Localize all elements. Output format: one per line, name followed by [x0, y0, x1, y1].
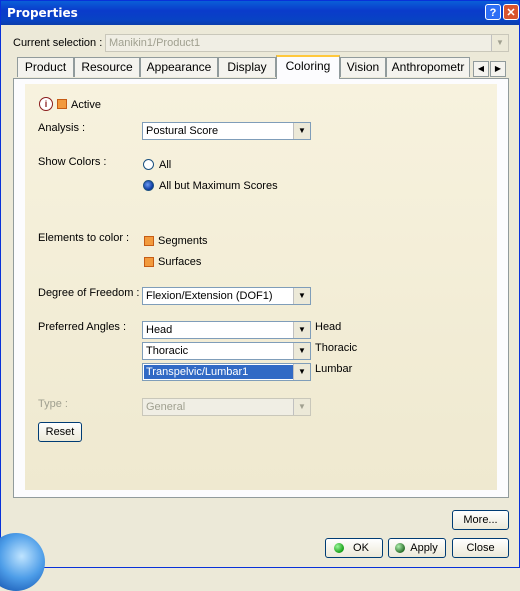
ok-icon: [334, 543, 344, 553]
active-checkbox[interactable]: [57, 99, 67, 109]
ok-label: OK: [353, 542, 369, 554]
segments-checkbox[interactable]: [144, 236, 154, 246]
close-window-button[interactable]: ✕: [503, 4, 519, 20]
type-value: General: [146, 401, 186, 413]
dof-label: Degree of Freedom :: [38, 287, 140, 299]
window-title: Properties: [7, 6, 78, 20]
angle-lumbar-select[interactable]: Transpelvic/Lumbar1 ▼: [142, 363, 311, 381]
tab-product[interactable]: Product: [17, 57, 74, 77]
angle-lumbar-value: Transpelvic/Lumbar1: [144, 365, 293, 379]
angle-thoracic-value: Thoracic: [146, 345, 189, 357]
chevron-left-icon[interactable]: ◀: [473, 61, 489, 77]
surfaces-label: Surfaces: [158, 256, 202, 268]
chevron-down-icon: ▼: [293, 399, 310, 415]
current-selection-combo: Manikin1/Product1 ▼: [105, 34, 509, 52]
type-label: Type :: [38, 398, 68, 410]
elements-to-color-label: Elements to color :: [38, 232, 130, 244]
angle-thoracic-tag: Thoracic: [315, 342, 358, 354]
radio-all-but-max[interactable]: [143, 180, 154, 191]
radio-all[interactable]: [143, 159, 154, 170]
tab-anthropometry[interactable]: Anthropometr: [386, 57, 470, 77]
radio-all-label: All: [159, 159, 172, 171]
properties-dialog: Properties ? ✕ Current selection : Manik…: [0, 0, 520, 591]
globe-icon: [0, 533, 45, 591]
surfaces-checkbox[interactable]: [144, 257, 154, 267]
chevron-down-icon[interactable]: ▼: [293, 123, 310, 139]
tab-resource[interactable]: Resource: [74, 57, 140, 77]
more-button[interactable]: More...: [452, 510, 509, 530]
dof-value: Flexion/Extension (DOF1): [146, 290, 273, 302]
apply-button[interactable]: Apply: [388, 538, 446, 558]
chevron-down-icon: ▼: [491, 35, 508, 51]
angle-lumbar-tag: Lumbar: [315, 363, 353, 375]
chevron-down-icon[interactable]: ▼: [293, 343, 310, 359]
info-icon: i: [39, 97, 53, 111]
radio-all-but-max-label: All but Maximum Scores: [159, 180, 278, 192]
ok-button[interactable]: OK: [325, 538, 383, 558]
chevron-down-icon[interactable]: ▼: [293, 322, 310, 338]
angle-head-tag: Head: [315, 321, 342, 333]
angle-head-value: Head: [146, 324, 173, 336]
apply-label: Apply: [410, 542, 438, 554]
analysis-value: Postural Score: [146, 125, 219, 137]
tab-coloring[interactable]: Coloring: [276, 55, 340, 79]
help-button[interactable]: ?: [485, 4, 501, 20]
title-bar[interactable]: Properties ? ✕: [1, 1, 519, 25]
show-colors-label: Show Colors :: [38, 156, 107, 168]
dof-select[interactable]: Flexion/Extension (DOF1) ▼: [142, 287, 311, 305]
chevron-down-icon[interactable]: ▼: [293, 364, 310, 380]
close-button[interactable]: Close: [452, 538, 509, 558]
reset-button[interactable]: Reset: [38, 422, 82, 442]
current-selection-value: Manikin1/Product1: [109, 37, 201, 49]
apply-icon: [395, 543, 405, 553]
segments-label: Segments: [158, 235, 208, 247]
analysis-label: Analysis :: [38, 122, 86, 134]
angle-head-select[interactable]: Head ▼: [142, 321, 311, 339]
current-selection-label: Current selection :: [13, 37, 103, 49]
chevron-down-icon[interactable]: ▼: [293, 288, 310, 304]
active-label: Active: [71, 99, 101, 111]
preferred-angles-label: Preferred Angles :: [38, 321, 127, 333]
angle-thoracic-select[interactable]: Thoracic ▼: [142, 342, 311, 360]
tab-display[interactable]: Display: [218, 57, 276, 77]
tab-vision[interactable]: Vision: [340, 57, 386, 77]
chevron-right-icon[interactable]: ▶: [490, 61, 506, 77]
tab-appearance[interactable]: Appearance: [140, 57, 218, 77]
analysis-select[interactable]: Postural Score ▼: [142, 122, 311, 140]
type-select: General ▼: [142, 398, 311, 416]
